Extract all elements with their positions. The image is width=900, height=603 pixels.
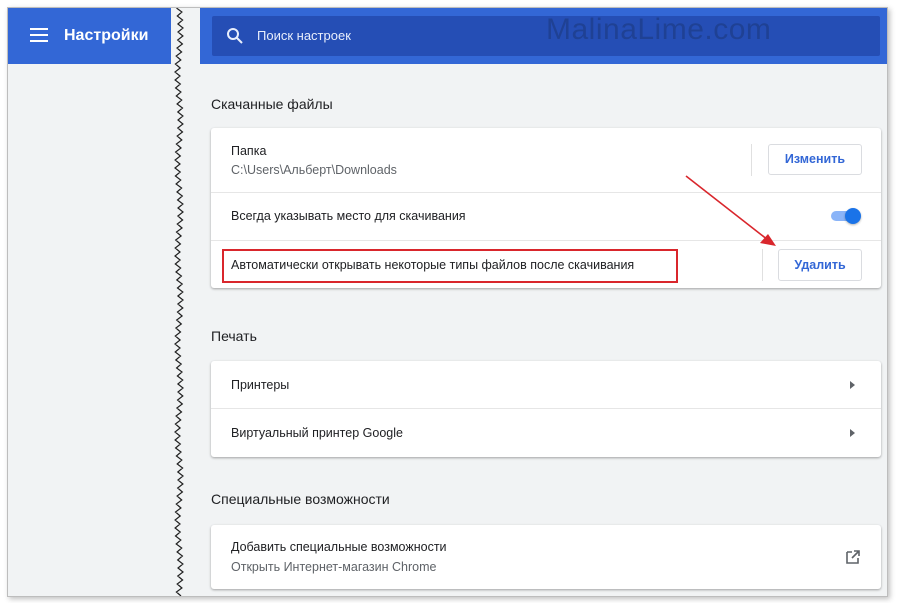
- accessibility-card: Добавить специальные возможности Открыть…: [211, 525, 881, 589]
- printers-label: Принтеры: [231, 378, 290, 392]
- google-cloud-print-row[interactable]: Виртуальный принтер Google: [211, 408, 881, 457]
- google-cloud-print-label: Виртуальный принтер Google: [231, 426, 403, 440]
- chevron-right-icon: [850, 381, 855, 389]
- folder-path: C:\Users\Альберт\Downloads: [231, 163, 397, 177]
- left-header: Настройки: [8, 8, 180, 64]
- delete-button[interactable]: Удалить: [778, 249, 862, 281]
- search-placeholder: Поиск настроек: [257, 28, 351, 43]
- add-accessibility-label: Добавить специальные возможности: [231, 540, 447, 554]
- external-link-icon[interactable]: [845, 549, 861, 565]
- section-title-accessibility: Специальные возможности: [211, 491, 390, 507]
- hamburger-icon[interactable]: [30, 28, 48, 42]
- divider: [762, 249, 763, 281]
- section-title-printing: Печать: [211, 328, 257, 344]
- toggle-knob: [845, 208, 861, 224]
- torn-edge-divider: [171, 8, 187, 596]
- search-icon: [227, 28, 243, 44]
- open-webstore-label: Открыть Интернет-магазин Chrome: [231, 560, 437, 574]
- highlight-box: [222, 249, 678, 283]
- printing-card: Принтеры Виртуальный принтер Google: [211, 361, 881, 457]
- folder-label: Папка: [231, 144, 267, 158]
- folder-row: Папка C:\Users\Альберт\Downloads Изменит…: [211, 128, 881, 192]
- watermark: MalinaLime.com: [546, 13, 772, 46]
- settings-title: Настройки: [64, 27, 149, 44]
- settings-content: Скачанные файлы Папка C:\Users\Альберт\D…: [200, 64, 887, 596]
- settings-window: Настройки Поиск настроек MalinaLime.com …: [7, 7, 888, 597]
- divider: [751, 144, 752, 176]
- ask-location-row[interactable]: Всегда указывать место для скачивания: [211, 192, 881, 240]
- add-accessibility-row[interactable]: Добавить специальные возможности Открыть…: [211, 525, 881, 589]
- printers-row[interactable]: Принтеры: [211, 361, 881, 408]
- left-sidebar: [8, 64, 180, 596]
- section-title-downloads: Скачанные файлы: [211, 96, 333, 112]
- chevron-right-icon: [850, 429, 855, 437]
- change-folder-button[interactable]: Изменить: [768, 144, 862, 175]
- ask-location-label: Всегда указывать место для скачивания: [231, 209, 466, 223]
- top-bar: Поиск настроек MalinaLime.com: [200, 8, 887, 64]
- ask-location-toggle[interactable]: [829, 208, 861, 224]
